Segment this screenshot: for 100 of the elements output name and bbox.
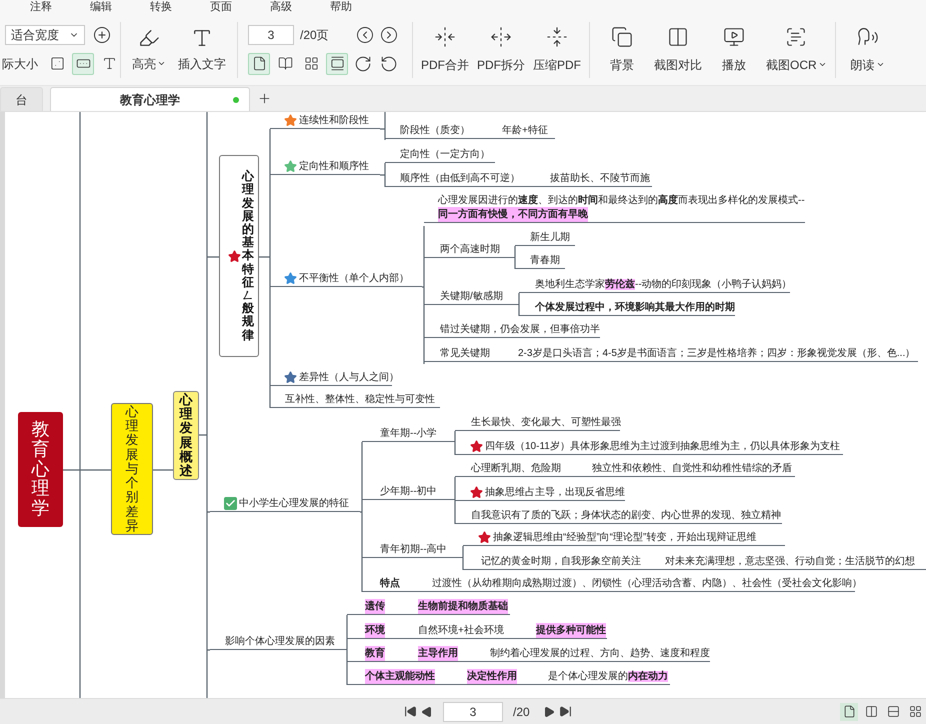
topic-text: 特点 (380, 576, 400, 591)
subbranch-topic: 心理发展概述 (173, 391, 199, 480)
topic-text: 独立性和依赖性、自觉性和幼稚性错综的矛盾 (592, 462, 792, 476)
menu-item[interactable]: 转换 (150, 2, 172, 12)
topic-text: 新生儿期 (530, 230, 570, 245)
toolbar-button[interactable]: 压缩PDF (529, 26, 585, 74)
play-screen-icon (723, 26, 745, 48)
topic-text: 四年级（10-11岁）具体形象思维为主过渡到抽象思维为主，仍以具体形象为支柱 (485, 440, 840, 454)
next-page-icon[interactable] (543, 706, 555, 718)
topic-text: 中小学生心理发展的特征 (239, 496, 349, 511)
topic-text: 关键期/敏感期 (440, 290, 503, 304)
topic-text: 记忆的黄金时期，自我形象空前关注 (481, 554, 641, 569)
new-tab-icon[interactable] (257, 91, 272, 106)
topic-text: 心理发展的基本特征ㄥ般规律 (242, 170, 254, 342)
topic-text: 差异性（人与人之间） (299, 370, 399, 385)
topic-text: 抽象逻辑思维由“经验型”向“理论型”转变，开始出现辩证思维 (493, 530, 756, 545)
previous-page-icon[interactable] (356, 26, 374, 44)
menu-item[interactable]: 注释 (30, 2, 52, 12)
topic-text: 拔苗助长、不陵节而施 (550, 172, 650, 186)
topic-text: 童年期--小学 (380, 426, 437, 441)
layout-button[interactable] (840, 702, 858, 720)
topic-text: 两个高速时期 (440, 242, 500, 257)
document-tab[interactable]: 教育心理学 (50, 87, 250, 111)
single-page-icon (252, 56, 266, 71)
menu-item[interactable]: 编辑 (90, 2, 112, 12)
caret-icon (157, 59, 166, 68)
page-input[interactable]: 3 (248, 24, 294, 44)
topic-text: 是个体心理发展的内在动力 (548, 670, 668, 684)
topic-text: 阶段性（质变） (400, 124, 470, 138)
topic-text: 生物前提和物质基础 (418, 599, 508, 614)
grid-icon (908, 705, 922, 718)
topic-text: 奥地利生态学家劳伦兹--动物的印刻现象（小鸭子认妈妈） (535, 278, 792, 292)
topic-text: 个体主观能动性 (365, 669, 435, 684)
view-mode-button[interactable] (326, 52, 348, 74)
toolbar-button[interactable]: 播放 (706, 26, 762, 74)
caret-icon (818, 60, 827, 69)
toolbar-button[interactable]: PDF合并 (417, 26, 473, 74)
page-total: /20页 (300, 26, 330, 44)
continuous-page-icon (330, 56, 344, 71)
topic-text: 抽象思维占主导，出现反省思维 (485, 486, 625, 500)
zoom-select[interactable]: 适合宽度 (5, 24, 85, 44)
menu-item[interactable]: 帮助 (330, 2, 352, 12)
topic-text: 定向性和顺序性 (299, 160, 369, 174)
double-page-icon (864, 705, 878, 718)
topic-text: 决定性作用 (467, 669, 517, 684)
topic-text: 生长最快、变化最大、可塑性最强 (471, 416, 621, 430)
toolbar-button[interactable]: 背景 (594, 26, 650, 74)
topic-text: 环境 (365, 623, 385, 638)
previous-page-icon[interactable] (421, 706, 433, 718)
topic-text: 对未来充满理想，意志坚强、行动自觉；生活脱节的幻想 (665, 554, 915, 569)
tool-button[interactable]: 高亮 (129, 26, 169, 72)
tool-button[interactable]: 插入文字 (175, 26, 229, 72)
arrows-outward-icon (490, 26, 512, 48)
speech-icon (856, 26, 879, 48)
toolbar-button[interactable]: 截图OCR (762, 26, 831, 74)
topic-text: 青春期 (530, 254, 560, 268)
compress-icon (546, 26, 568, 48)
topic-text: 顺序性（由低到高不可逆） (400, 172, 520, 186)
topic-text: 自我意识有了质的飞跃；身体状态的剧变、内心世界的发现、独立精神 (471, 508, 781, 523)
actual-size-label[interactable]: 际大小 (2, 54, 42, 72)
page-input[interactable]: 3 (443, 702, 503, 722)
topic-text: 影响个体心理发展的因素 (225, 634, 335, 649)
menu-item[interactable]: 高级 (270, 2, 292, 12)
topic-text: 青年初期--高中 (380, 542, 447, 557)
toolbar-button[interactable]: 截图对比 (650, 26, 706, 74)
last-page-icon[interactable] (559, 705, 572, 718)
next-page-icon[interactable] (380, 26, 398, 44)
topic-text: 遗传 (365, 599, 385, 614)
single-page-icon (842, 705, 856, 718)
first-page-icon[interactable] (404, 705, 417, 718)
topic-text: 少年期--初中 (380, 484, 437, 499)
topic-text: 制约着心理发展的过程、方向、趋势、速度和程度 (490, 646, 710, 661)
topic-text: 心理发展因进行的速度、到达的时间和最终达到的高度而表现出多样化的发展模式-- (438, 193, 805, 208)
topic-text: 年龄+特征 (502, 124, 548, 138)
caret-icon (876, 60, 885, 69)
topic-text: 教育 (365, 646, 385, 661)
topic-text: 个体发展过程中，环境影响其最大作用的时期 (535, 300, 735, 315)
topic-text: 互补性、整体性、稳定性与可变性 (285, 392, 435, 407)
topic-text: 自然环境+社会环境 (418, 624, 504, 638)
toolbar-button[interactable]: 朗读 (840, 26, 896, 74)
fit-mode-button[interactable] (72, 52, 94, 74)
page-total: /20 (513, 704, 531, 720)
topic-text: 提供多种可能性 (536, 623, 606, 638)
view-mode-button[interactable] (248, 52, 270, 74)
document-tab[interactable]: 台 (0, 87, 43, 111)
topic-text: 连续性和阶段性 (299, 114, 369, 128)
rotate-clockwise-icon[interactable] (354, 54, 372, 72)
menu-item[interactable]: 页面 (210, 2, 232, 12)
topic-text: 常见关键期 (440, 346, 490, 361)
text-box-icon (102, 56, 116, 71)
zoom-in-icon[interactable] (93, 26, 111, 44)
split-panel-icon (667, 26, 689, 48)
toolbar-button[interactable]: PDF拆分 (473, 26, 529, 74)
dotted-square-icon (50, 56, 64, 71)
topic-text: 主导作用 (418, 646, 458, 661)
topic-text: 错过关键期，仍会发展，但事倍功半 (440, 322, 600, 337)
topic-text: 定向性（一定方向） (400, 148, 490, 162)
root-topic: 教育心理学 (18, 412, 63, 527)
rotate-counterclockwise-icon[interactable] (380, 54, 398, 72)
topic-text: 不平衡性（单个人内部） (299, 272, 409, 286)
